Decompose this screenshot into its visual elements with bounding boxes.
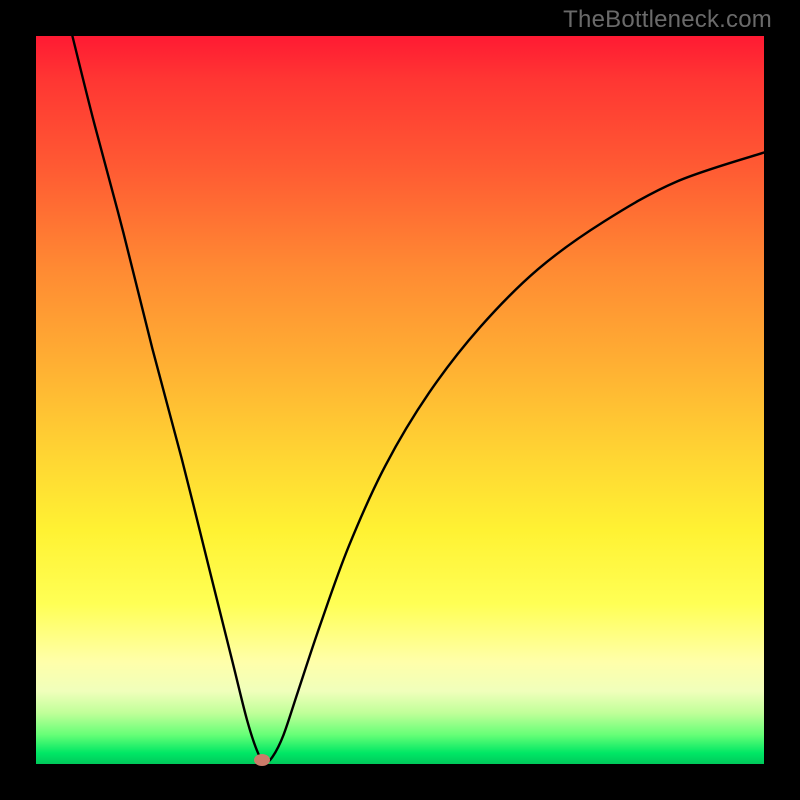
bottleneck-curve xyxy=(36,36,764,764)
optimum-marker xyxy=(254,754,270,766)
chart-frame: TheBottleneck.com xyxy=(0,0,800,800)
plot-area xyxy=(36,36,764,764)
attribution-text: TheBottleneck.com xyxy=(563,6,772,34)
